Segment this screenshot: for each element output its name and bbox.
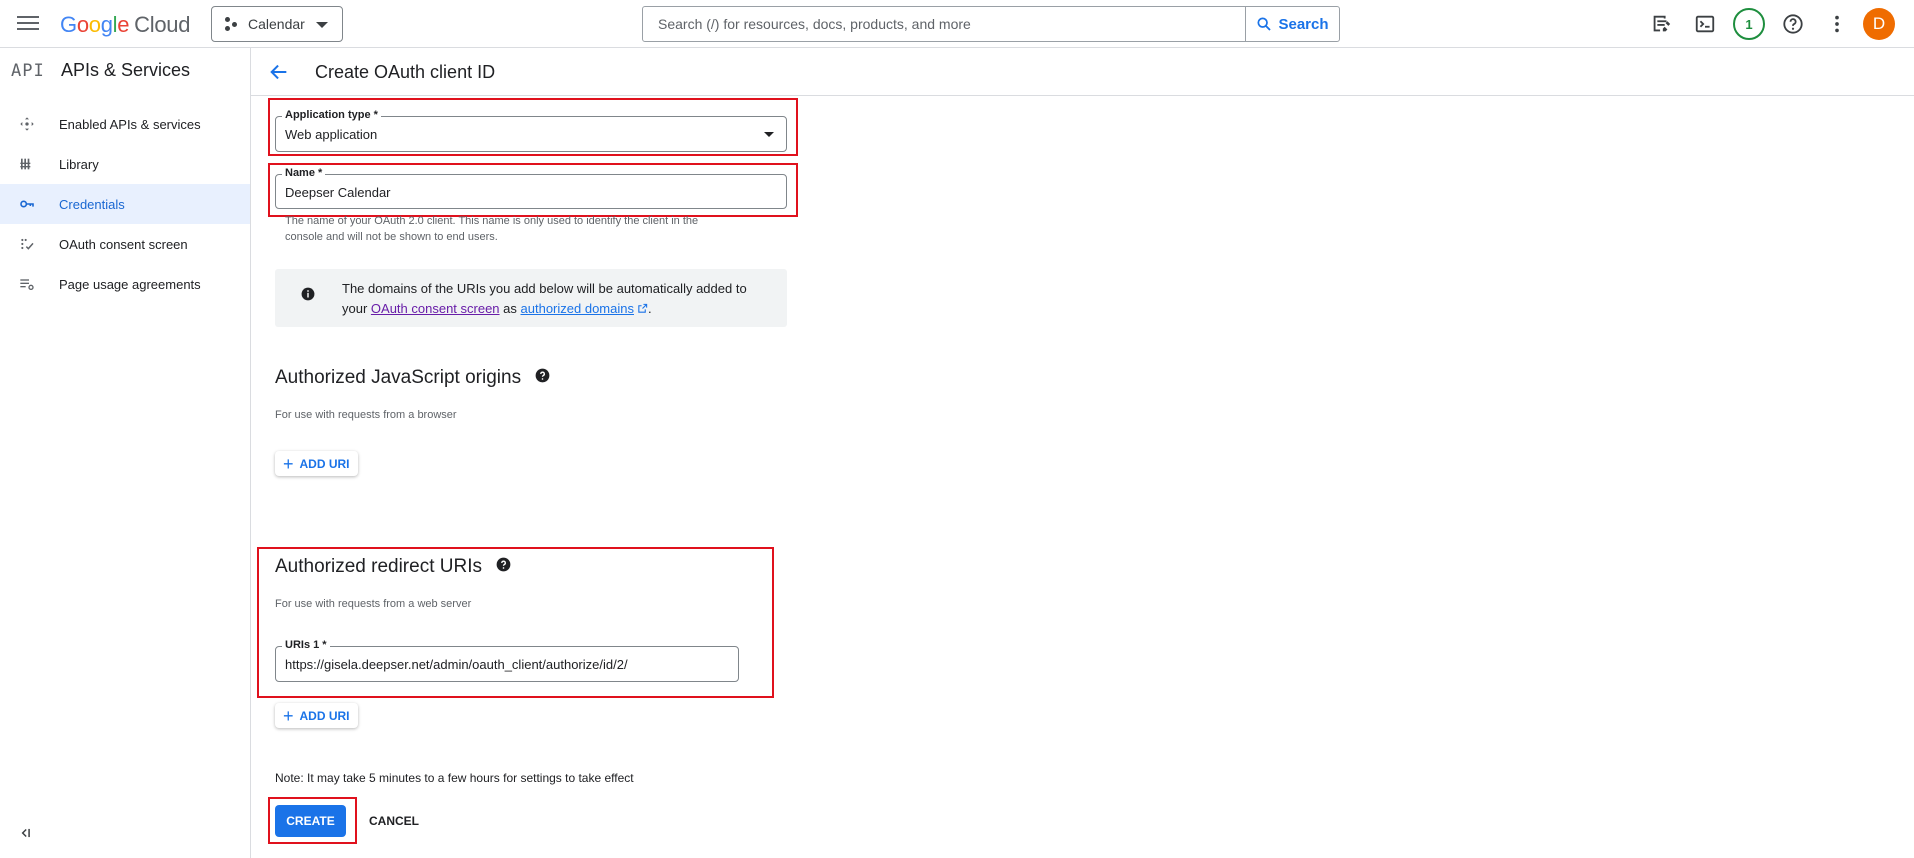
sidebar-item-label: Page usage agreements	[59, 276, 201, 292]
settings-note: Note: It may take 5 minutes to a few hou…	[275, 771, 634, 785]
back-arrow-icon[interactable]	[268, 61, 290, 88]
field-value: Deepser Calendar	[285, 185, 391, 200]
name-hint-line2: console and will not be shown to end use…	[285, 231, 498, 243]
sidebar: API APIs & Services Enabled APIs & servi…	[0, 48, 251, 858]
sidebar-item-enabled-apis[interactable]: Enabled APIs & services	[0, 104, 250, 144]
name-hint: The name of your OAuth 2.0 client. This …	[285, 213, 805, 245]
redirect-uri-input[interactable]: URIs 1 * https://gisela.deepser.net/admi…	[275, 639, 739, 682]
authorized-domains-link[interactable]: authorized domains	[521, 301, 634, 316]
name-field[interactable]: Name * Deepser Calendar	[275, 167, 787, 209]
search-button-label: Search	[1278, 15, 1329, 33]
search-input[interactable]	[643, 7, 1245, 41]
chevron-down-icon	[764, 132, 774, 137]
redirect-uris-title: Authorized redirect URIs	[275, 556, 511, 578]
chevron-down-icon	[316, 22, 328, 28]
project-name: Calendar	[248, 16, 305, 32]
help-icon[interactable]	[1781, 12, 1805, 36]
add-js-origin-button[interactable]: + ADD URI	[275, 451, 358, 476]
plus-icon: +	[283, 705, 294, 726]
create-button[interactable]: CREATE	[275, 805, 346, 837]
sidebar-header: API APIs & Services	[11, 60, 190, 81]
enabled-apis-icon	[18, 115, 36, 133]
sidebar-item-page-usage[interactable]: Page usage agreements	[0, 264, 250, 304]
oauth-consent-link[interactable]: OAuth consent screen	[371, 301, 500, 316]
info-line1: The domains of the URIs you add below wi…	[342, 281, 747, 296]
api-logo: API	[11, 60, 45, 81]
info-text: The domains of the URIs you add below wi…	[342, 279, 747, 319]
field-value: Web application	[285, 127, 378, 142]
google-cloud-logo[interactable]: Google Cloud	[60, 12, 190, 38]
info-box: The domains of the URIs you add below wi…	[275, 269, 787, 327]
page-header: Create OAuth client ID	[251, 48, 1914, 96]
external-link-icon	[638, 303, 648, 313]
notifications-badge[interactable]: 1	[1733, 8, 1765, 40]
cloud-shell-icon[interactable]	[1693, 12, 1717, 36]
plus-icon: +	[283, 453, 294, 474]
avatar[interactable]: D	[1863, 8, 1895, 40]
cancel-button[interactable]: CANCEL	[360, 805, 428, 837]
more-options-icon[interactable]	[1825, 12, 1849, 36]
sidebar-item-library[interactable]: Library	[0, 144, 250, 184]
notes-icon[interactable]	[1649, 12, 1673, 36]
field-value: https://gisela.deepser.net/admin/oauth_c…	[285, 657, 628, 672]
info-between: as	[499, 301, 521, 316]
settings-list-icon	[18, 275, 36, 293]
sidebar-item-label: OAuth consent screen	[59, 236, 188, 252]
info-line2: your OAuth consent screen as authorized …	[342, 299, 747, 319]
info-suffix: .	[647, 301, 652, 316]
js-origins-subtitle: For use with requests from a browser	[275, 409, 457, 421]
help-icon[interactable]	[535, 367, 550, 389]
js-origins-title-text: Authorized JavaScript origins	[275, 367, 522, 388]
name-hint-line1: The name of your OAuth 2.0 client. This …	[285, 215, 699, 227]
redirect-uris-title-text: Authorized redirect URIs	[275, 556, 482, 577]
main-menu-icon[interactable]	[17, 13, 39, 35]
add-uri-label: ADD URI	[299, 708, 350, 723]
sidebar-item-credentials[interactable]: Credentials	[0, 184, 250, 224]
key-icon	[18, 195, 36, 213]
library-icon	[18, 155, 36, 173]
page-title: Create OAuth client ID	[315, 62, 496, 82]
search-icon	[1257, 17, 1272, 31]
consent-icon	[18, 235, 36, 253]
js-origins-title: Authorized JavaScript origins	[275, 367, 550, 389]
sidebar-item-oauth-consent[interactable]: OAuth consent screen	[0, 224, 250, 264]
search-bar: Search	[642, 6, 1340, 42]
top-bar: GoogleCloud Calendar Search 1 D	[0, 0, 1914, 48]
add-redirect-uri-button[interactable]: + ADD URI	[275, 703, 358, 728]
application-type-select[interactable]: Application type * Web application	[275, 109, 787, 152]
field-label: Name *	[282, 167, 326, 179]
add-uri-label: ADD URI	[299, 456, 350, 471]
help-icon[interactable]	[496, 556, 511, 578]
project-selector[interactable]: Calendar	[211, 6, 343, 42]
sidebar-item-label: Library	[59, 156, 99, 172]
info-prefix: your	[342, 301, 371, 316]
sidebar-title: APIs & Services	[61, 60, 191, 80]
redirect-uris-subtitle: For use with requests from a web server	[275, 598, 472, 610]
field-label: URIs 1 *	[282, 639, 330, 651]
field-label: Application type *	[282, 109, 381, 121]
collapse-sidebar-icon[interactable]	[18, 826, 32, 845]
sidebar-item-label: Enabled APIs & services	[59, 116, 201, 132]
project-icon	[224, 15, 242, 33]
search-button[interactable]: Search	[1245, 7, 1339, 41]
sidebar-item-label: Credentials	[59, 196, 125, 212]
info-icon	[301, 287, 315, 306]
